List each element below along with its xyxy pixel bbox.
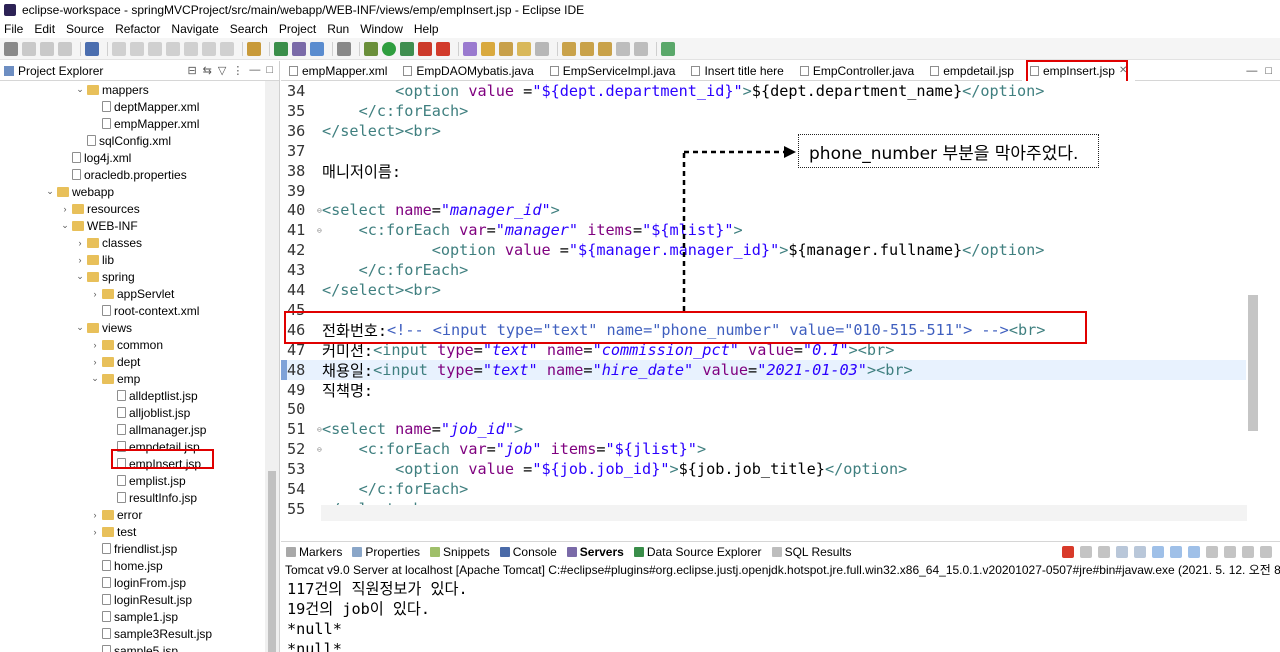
display-console-icon[interactable] (1206, 545, 1218, 558)
console-tab-snippets[interactable]: Snippets (425, 545, 495, 559)
console-tab-label: Properties (365, 544, 421, 559)
console-maximize-icon[interactable] (1260, 545, 1272, 558)
console-tab-label: Data Source Explorer (646, 544, 762, 559)
console-minimize-icon[interactable] (1242, 545, 1254, 558)
clear-console-icon[interactable] (1116, 545, 1128, 558)
console-line: 19건의 job이 있다. (287, 600, 431, 618)
annotation-text: phone_number 부분을 막아주었다. (809, 143, 1079, 164)
remove-launch-icon[interactable] (1080, 545, 1092, 558)
console-tab-sql-results[interactable]: SQL Results (767, 545, 857, 559)
word-wrap-icon[interactable] (1152, 545, 1164, 558)
data-source-explorer-icon (633, 546, 644, 557)
snippets-icon (430, 546, 441, 557)
console-process-header: Tomcat v9.0 Server at localhost [Apache … (285, 563, 1280, 577)
open-console-icon[interactable] (1224, 545, 1236, 558)
console-tab-markers[interactable]: Markers (281, 545, 347, 559)
console-line: *null* (287, 620, 342, 638)
console-tab-console[interactable]: Console (495, 545, 562, 559)
console-line: *null* (287, 640, 342, 652)
console-output[interactable]: 117건의 직원정보가 있다. 19건의 job이 있다. *null* *null* (287, 579, 1277, 652)
console-tab-label: SQL Results (784, 544, 852, 559)
console-tab-properties[interactable]: Properties (347, 545, 425, 559)
servers-icon (566, 546, 577, 557)
terminate-console-icon[interactable] (1062, 545, 1074, 558)
scroll-lock-icon[interactable] (1134, 545, 1146, 558)
remove-all-icon[interactable] (1098, 545, 1110, 558)
pin-console-icon[interactable] (1188, 545, 1200, 558)
console-tab-label: Markers (299, 544, 343, 559)
console-line: 117건의 직원정보가 있다. (287, 580, 468, 598)
console-tab-data-source-explorer[interactable]: Data Source Explorer (629, 545, 767, 559)
markers-icon (286, 546, 296, 557)
console-icon (499, 546, 510, 557)
console-tab-servers[interactable]: Servers (562, 545, 629, 559)
properties-icon (352, 546, 363, 557)
sql-results-icon (771, 546, 782, 557)
console-tab-label: Snippets (443, 544, 490, 559)
console-tab-bar: Markers Properties Snippets Console Servers D… (281, 541, 1280, 561)
show-on-output-icon[interactable] (1170, 545, 1182, 558)
console-tab-label: Console (512, 544, 557, 559)
annotation-note: phone_number 부분을 막아주었다. (798, 134, 1099, 168)
console-tab-label: Servers (579, 544, 624, 559)
